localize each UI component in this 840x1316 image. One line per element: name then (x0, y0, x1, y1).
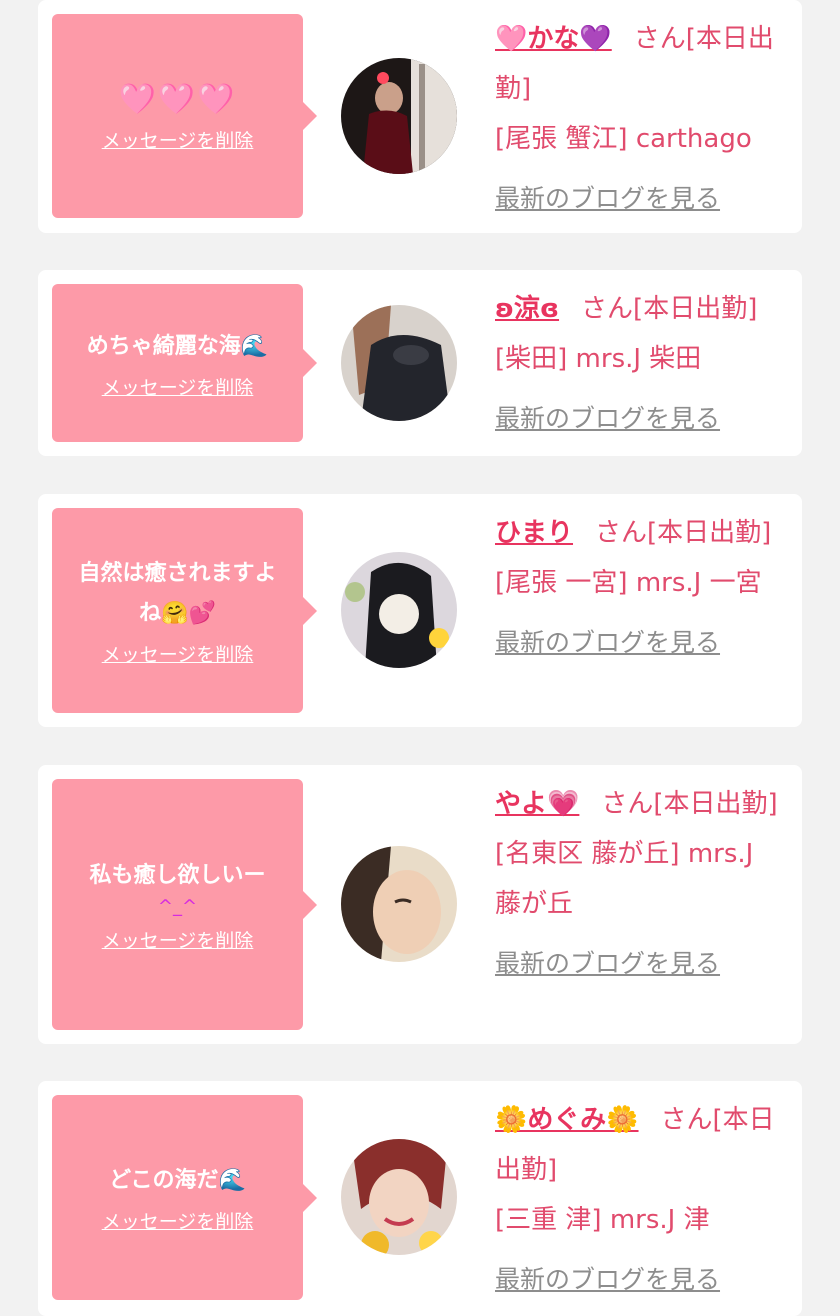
message-emoticon: ^_^ (157, 896, 198, 917)
latest-blog-link[interactable]: 最新のブログを見る (495, 394, 787, 444)
latest-blog-link[interactable]: 最新のブログを見る (495, 939, 787, 989)
avatar[interactable] (341, 552, 457, 668)
attendance-status: さん[本日出勤] (601, 789, 778, 819)
message-card: 🩷🩷🩷 メッセージを削除 🩷かな💜 さん[本日出勤] [尾張 蟹江] cartha… (38, 0, 802, 233)
avatar[interactable] (341, 58, 457, 174)
delete-message-link[interactable]: メッセージを削除 (102, 373, 254, 400)
attendance-status: さん[本日出勤] (595, 518, 772, 548)
cast-name-link[interactable]: ひまり (495, 518, 573, 548)
cast-info: 🌼めぐみ🌼 さん[本日出勤] [三重 津] mrs.J 津 最新のブログを見る (495, 1095, 787, 1305)
message-bubble: めちゃ綺麗な海🌊 メッセージを削除 (52, 284, 317, 442)
cast-name-link[interactable]: 🌼めぐみ🌼 (495, 1105, 639, 1135)
message-text: どこの海だ🌊 (109, 1168, 246, 1193)
message-card: 自然は癒されますよね🤗💕 メッセージを削除 ひまり さん[本日出勤] [尾張 一宮… (38, 494, 802, 727)
avatar[interactable] (341, 305, 457, 421)
shop-info: [名東区 藤が丘] mrs.J 藤が丘 (495, 839, 754, 919)
avatar[interactable] (341, 846, 457, 962)
message-bubble: どこの海だ🌊 メッセージを削除 (52, 1095, 317, 1300)
message-text: 私も癒し欲しいー (89, 863, 266, 888)
shop-info: [三重 津] mrs.J 津 (495, 1205, 710, 1235)
shop-info: [尾張 蟹江] carthago (495, 124, 752, 154)
message-bubble: 自然は癒されますよね🤗💕 メッセージを削除 (52, 508, 317, 713)
message-text: 🩷🩷🩷 (118, 81, 237, 117)
cast-info: 🩷かな💜 さん[本日出勤] [尾張 蟹江] carthago 最新のブログを見る (495, 14, 787, 224)
message-bubble: 🩷🩷🩷 メッセージを削除 (52, 14, 317, 218)
message-card: どこの海だ🌊 メッセージを削除 🌼めぐみ🌼 さん[本日出勤] [三重 津] mrs… (38, 1081, 802, 1316)
cast-info: ひまり さん[本日出勤] [尾張 一宮] mrs.J 一宮 最新のブログを見る (495, 508, 787, 668)
avatar[interactable] (341, 1139, 457, 1255)
latest-blog-link[interactable]: 最新のブログを見る (495, 174, 787, 224)
cast-info: やよ💗 さん[本日出勤] [名東区 藤が丘] mrs.J 藤が丘 最新のブログを見… (495, 779, 787, 989)
attendance-status: さん[本日出勤] (581, 294, 758, 324)
message-card: 私も癒し欲しいー ^_^ メッセージを削除 やよ💗 さん[本日出勤] [名東区 藤… (38, 765, 802, 1044)
cast-name-link[interactable]: 🩷かな💜 (495, 24, 612, 54)
delete-message-link[interactable]: メッセージを削除 (102, 126, 254, 153)
delete-message-link[interactable]: メッセージを削除 (102, 926, 254, 953)
latest-blog-link[interactable]: 最新のブログを見る (495, 618, 787, 668)
latest-blog-link[interactable]: 最新のブログを見る (495, 1255, 787, 1305)
delete-message-link[interactable]: メッセージを削除 (102, 1207, 254, 1234)
message-text: めちゃ綺麗な海🌊 (86, 333, 269, 359)
shop-info: [尾張 一宮] mrs.J 一宮 (495, 568, 762, 598)
cast-name-link[interactable]: やよ💗 (495, 789, 579, 819)
message-card: めちゃ綺麗な海🌊 メッセージを削除 ʚ涼ɞ さん[本日出勤] [柴田] mrs.J… (38, 270, 802, 456)
message-text: 自然は癒されますよね🤗💕 (78, 561, 277, 626)
shop-info: [柴田] mrs.J 柴田 (495, 344, 702, 374)
message-bubble: 私も癒し欲しいー ^_^ メッセージを削除 (52, 779, 317, 1030)
delete-message-link[interactable]: メッセージを削除 (102, 640, 254, 667)
cast-name-link[interactable]: ʚ涼ɞ (495, 294, 559, 324)
cast-info: ʚ涼ɞ さん[本日出勤] [柴田] mrs.J 柴田 最新のブログを見る (495, 284, 787, 444)
